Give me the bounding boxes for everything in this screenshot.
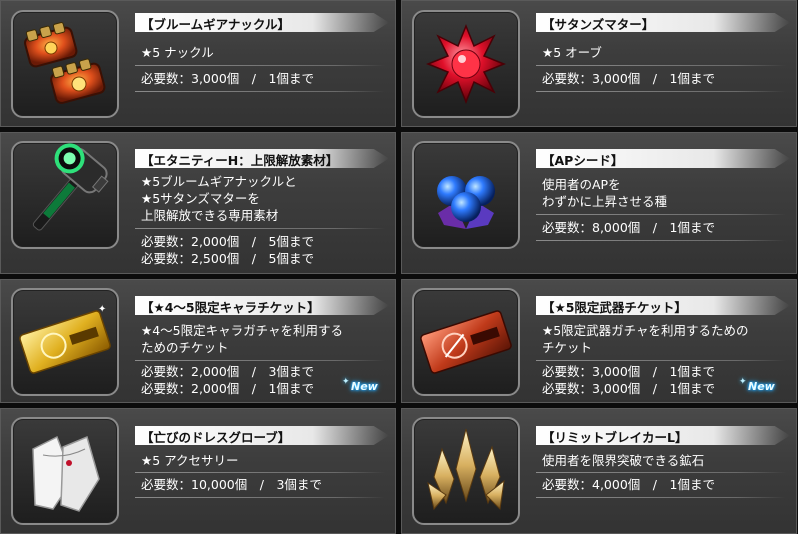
item-description: ためのチケット — [141, 340, 229, 355]
divider — [536, 472, 786, 473]
item-title: 【リミットブレイカーL】 — [542, 430, 688, 445]
item-thumbnail — [11, 10, 119, 118]
item-requirement: 必要数：3,000個 / 1個まで — [542, 381, 715, 396]
item-title: 【エタニティーH：上限解放素材】 — [141, 153, 339, 168]
item-description: ★5 ナックル — [141, 45, 214, 60]
divider — [135, 91, 385, 92]
svg-text:✦: ✦ — [98, 304, 106, 315]
divider — [135, 360, 385, 361]
item-title: 【サタンズマター】 — [542, 17, 655, 32]
item-card-eternity-h[interactable]: 【エタニティーH：上限解放素材】 ★5ブルームギアナックルと ★5サタンズマター… — [0, 132, 396, 274]
item-requirement: 必要数：2,000個 / 5個まで — [141, 234, 314, 249]
item-title-banner: 【ブルームギアナックル】 — [135, 13, 389, 32]
gold-character-ticket-icon: ✦ — [19, 304, 111, 374]
item-title: 【亡びのドレスグローブ】 — [141, 430, 291, 445]
item-description: ★5 オーブ — [542, 45, 602, 60]
item-title-banner: 【サタンズマター】 — [536, 13, 790, 32]
item-thumbnail — [11, 417, 119, 525]
dress-gloves-icon — [32, 435, 100, 512]
item-title-banner: 【リミットブレイカーL】 — [536, 426, 790, 445]
item-requirement: 必要数：3,000個 / 1個まで — [542, 71, 715, 86]
item-card-gold-character-ticket[interactable]: ✦ 【★4～5限定キャラチケット】 ★4～5限定キャラガチャを利用する ためのチ… — [0, 279, 396, 403]
item-description: ★5限定武器ガチャを利用するための — [542, 323, 749, 338]
item-title-banner: 【亡びのドレスグローブ】 — [135, 426, 389, 445]
item-title-banner: 【★4～5限定キャラチケット】 — [135, 296, 389, 315]
item-thumbnail: ✦ — [11, 288, 119, 396]
item-description: ★5ブルームギアナックルと — [141, 174, 297, 189]
divider — [536, 65, 786, 66]
item-title-banner: 【エタニティーH：上限解放素材】 — [135, 149, 389, 168]
item-thumbnail — [412, 10, 520, 118]
item-requirement: 必要数：3,000個 / 1個まで — [542, 364, 715, 379]
eternity-hammer-icon — [32, 143, 109, 231]
divider — [536, 214, 786, 215]
divider — [536, 91, 786, 92]
sparkle-icon: ✦ — [342, 377, 350, 387]
item-title-banner: 【APシード】 — [536, 149, 790, 168]
item-title-banner: 【★5限定武器チケット】 — [536, 296, 790, 315]
item-requirement: 必要数：2,000個 / 3個まで — [141, 364, 314, 379]
item-thumbnail — [412, 288, 520, 396]
bloom-gear-knuckle-icon — [24, 22, 106, 104]
item-description: 使用者を限界突破できる鉱石 — [542, 453, 705, 468]
item-description: ★4～5限定キャラガチャを利用する — [141, 323, 343, 338]
item-description: 上限解放できる専用素材 — [141, 208, 279, 223]
item-title: 【ブルームギアナックル】 — [141, 17, 291, 32]
item-requirement: 必要数：10,000個 / 3個まで — [141, 477, 322, 492]
sparkle-icon: ✦ — [739, 377, 747, 387]
new-badge: New — [351, 380, 378, 393]
item-description: わずかに上昇させる種 — [542, 194, 668, 209]
ap-seed-icon — [437, 176, 495, 229]
divider — [135, 472, 385, 473]
item-description: ★5 アクセサリー — [141, 453, 239, 468]
item-card-ap-seed[interactable]: 【APシード】 使用者のAPを わずかに上昇させる種 必要数：8,000個 / … — [401, 132, 797, 274]
item-card-satans-matter[interactable]: 【サタンズマター】 ★5 オーブ 必要数：3,000個 / 1個まで — [401, 0, 797, 127]
item-description: ★5サタンズマターを — [141, 191, 260, 206]
item-requirement: 必要数：3,000個 / 1個まで — [141, 71, 314, 86]
item-description: チケット — [542, 340, 593, 355]
item-requirement: 必要数：4,000個 / 1個まで — [542, 477, 715, 492]
red-weapon-ticket-icon — [420, 310, 512, 374]
item-requirement: 必要数：2,000個 / 1個まで — [141, 381, 314, 396]
divider — [536, 360, 786, 361]
item-title: 【APシード】 — [542, 153, 624, 168]
item-thumbnail — [412, 417, 520, 525]
item-title: 【★5限定武器チケット】 — [542, 300, 687, 315]
item-requirement: 必要数：8,000個 / 1個まで — [542, 220, 715, 235]
item-title: 【★4～5限定キャラチケット】 — [141, 300, 320, 315]
divider — [135, 65, 385, 66]
item-card-bloom-gear-knuckle[interactable]: 【ブルームギアナックル】 ★5 ナックル 必要数：3,000個 / 1個まで — [0, 0, 396, 127]
divider — [536, 497, 786, 498]
item-card-limit-breaker[interactable]: 【リミットブレイカーL】 使用者を限界突破できる鉱石 必要数：4,000個 / … — [401, 408, 797, 534]
item-thumbnail — [11, 141, 119, 249]
item-description: 使用者のAPを — [542, 177, 621, 192]
divider — [536, 240, 786, 241]
satans-matter-orb-icon — [425, 23, 507, 105]
item-card-red-weapon-ticket[interactable]: 【★5限定武器チケット】 ★5限定武器ガチャを利用するための チケット 必要数：… — [401, 279, 797, 403]
item-card-dress-gloves[interactable]: 【亡びのドレスグローブ】 ★5 アクセサリー 必要数：10,000個 / 3個ま… — [0, 408, 396, 534]
divider — [135, 497, 385, 498]
new-badge: New — [748, 380, 775, 393]
item-requirement: 必要数：2,500個 / 5個まで — [141, 251, 314, 266]
divider — [135, 228, 385, 229]
limit-breaker-crystal-icon — [427, 428, 505, 511]
exchange-item-grid: 【ブルームギアナックル】 ★5 ナックル 必要数：3,000個 / 1個まで 【… — [0, 0, 798, 534]
item-thumbnail — [412, 141, 520, 249]
